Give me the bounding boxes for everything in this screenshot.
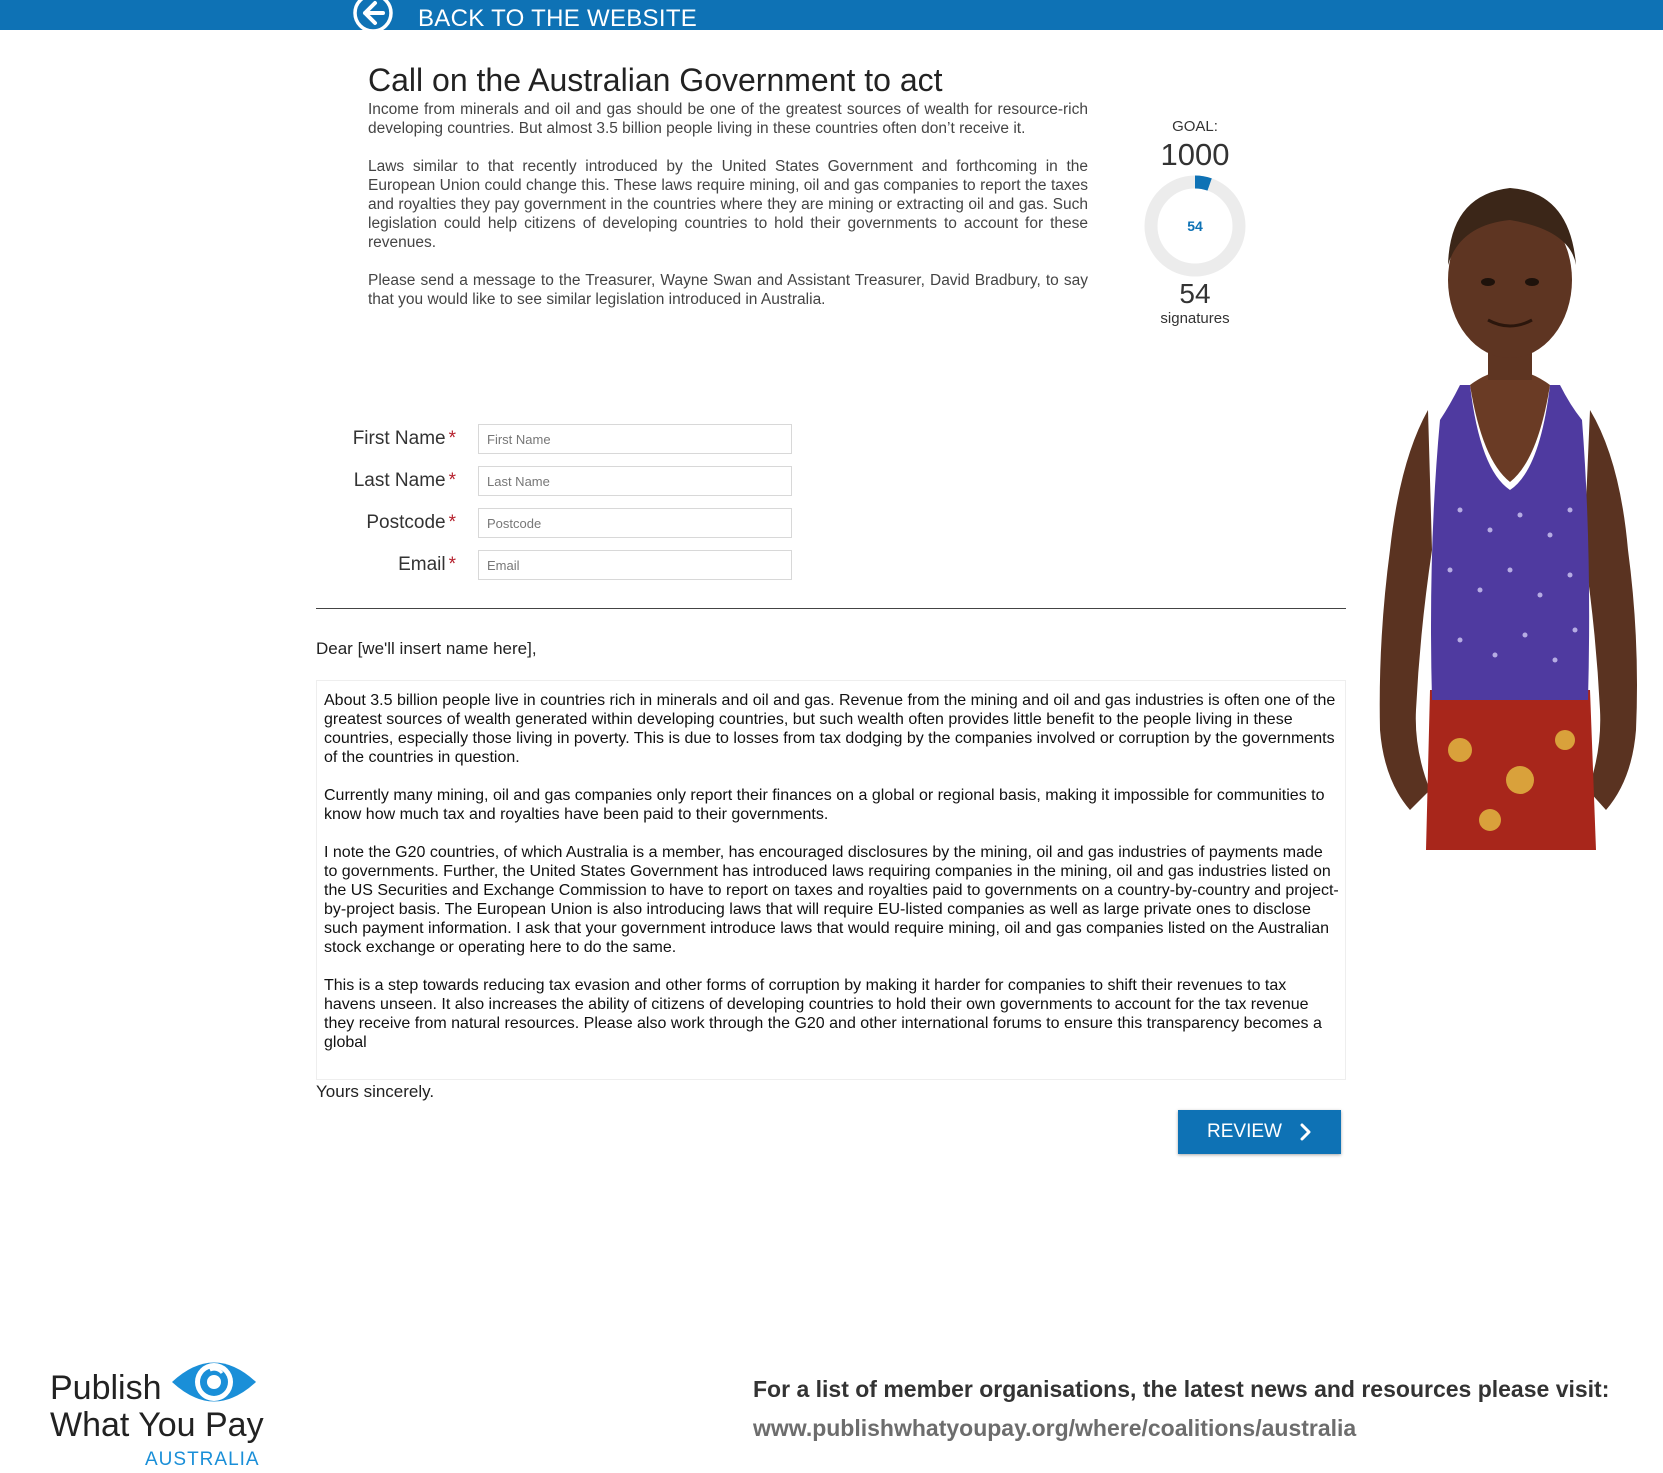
girl-photo	[1379, 188, 1637, 850]
logo-line-what-you-pay: What You Pay	[50, 1406, 264, 1444]
arrow-left-circle-icon	[353, 0, 393, 30]
goal-label: GOAL:	[1172, 118, 1218, 135]
logo-country: AUSTRALIA	[145, 1449, 260, 1470]
footer-text: For a list of member organisations, the …	[753, 1376, 1610, 1402]
letter-paragraph: This is a step towards reducing tax evas…	[324, 977, 1322, 1051]
letter-paragraph: I note the G20 countries, of which Austr…	[324, 844, 1339, 956]
logo-line-publish: Publish	[50, 1369, 162, 1407]
review-button-label: REVIEW	[1207, 1121, 1282, 1142]
letter-paragraph: About 3.5 billion people live in countri…	[324, 692, 1336, 766]
signatures-label: signatures	[1160, 310, 1230, 327]
pwyp-logo: Publish What You Pay AUSTRALIA	[50, 1355, 310, 1473]
last-name-label: Last Name *	[300, 470, 466, 492]
required-marker: *	[448, 470, 456, 491]
postcode-label: Postcode *	[300, 512, 466, 534]
letter-textarea[interactable]: About 3.5 billion people live in countri…	[316, 680, 1346, 1080]
back-to-website-link[interactable]: BACK TO THE WEBSITE	[352, 0, 697, 30]
last-name-input[interactable]	[478, 466, 792, 496]
back-to-website-label: BACK TO THE WEBSITE	[418, 5, 698, 30]
email-input[interactable]	[478, 550, 792, 580]
first-name-label: First Name *	[300, 428, 466, 450]
page-title: Call on the Australian Government to act	[368, 62, 943, 98]
first-name-label-text: First Name	[352, 428, 446, 449]
top-bar: BACK TO THE WEBSITE	[0, 0, 1663, 30]
required-marker: *	[448, 512, 456, 533]
eye-icon	[172, 1362, 256, 1402]
form-row-email: Email *	[300, 544, 792, 586]
postcode-input[interactable]	[478, 508, 792, 538]
donut-center-value: 54	[1187, 218, 1203, 234]
intro-paragraph: Income from minerals and oil and gas sho…	[368, 101, 1088, 137]
postcode-label-text: Postcode	[366, 512, 446, 533]
chevron-right-icon	[1300, 1123, 1311, 1141]
letter-paragraph: Currently many mining, oil and gas compa…	[324, 787, 1325, 823]
footer-url-link[interactable]: www.publishwhatyoupay.org/where/coalitio…	[753, 1415, 1356, 1442]
form-row-postcode: Postcode *	[300, 502, 792, 544]
email-label-text: Email	[398, 554, 446, 575]
signup-form: First Name* Last Name* Postcode* Email*	[300, 418, 792, 586]
required-marker: *	[448, 554, 456, 575]
intro-paragraph: Laws similar to that recently introduced…	[368, 158, 1088, 251]
signature-progress-donut: 54	[1144, 175, 1246, 277]
form-row-last-name: Last Name *	[300, 460, 792, 502]
last-name-label-text: Last Name	[353, 470, 446, 491]
campaign-intro: Income from minerals and oil and gas sho…	[368, 100, 1088, 328]
review-button[interactable]: REVIEW	[1178, 1110, 1341, 1154]
signature-count: 54	[1179, 278, 1211, 309]
section-divider	[316, 608, 1346, 609]
signature-goal-widget: GOAL: 1000 54 54 signatures	[1120, 118, 1270, 327]
form-row-first-name: First Name *	[300, 418, 792, 460]
required-marker: *	[448, 428, 456, 449]
letter-signoff: Yours sincerely.	[316, 1082, 435, 1101]
email-label: Email *	[300, 554, 466, 576]
first-name-input[interactable]	[478, 424, 792, 454]
letter-greeting: Dear [we'll insert name here],	[316, 639, 537, 658]
intro-paragraph: Please send a message to the Treasurer, …	[368, 272, 1088, 308]
goal-target: 1000	[1160, 137, 1230, 172]
